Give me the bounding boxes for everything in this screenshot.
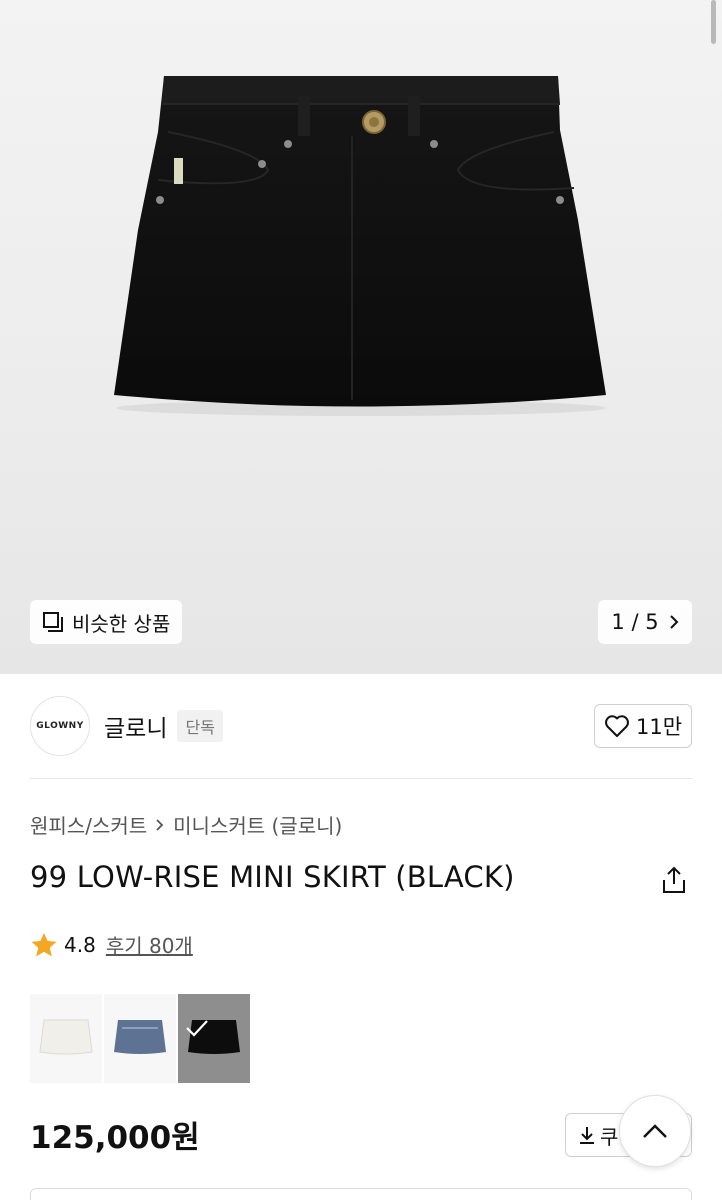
breadcrumb-category[interactable]: 원피스/스커트	[30, 810, 147, 839]
page-current: 1	[611, 610, 625, 634]
chevron-right-icon	[669, 615, 679, 629]
product-title: 99 LOW-RISE MINI SKIRT (BLACK)	[30, 860, 515, 894]
download-icon	[580, 1127, 594, 1144]
share-button[interactable]	[658, 864, 690, 896]
brand-logo[interactable]: GLOWNY	[30, 696, 90, 756]
divider	[30, 778, 692, 779]
rating-value: 4.8	[64, 932, 96, 957]
color-options	[30, 994, 250, 1083]
page-counter: 1 / 5	[611, 610, 658, 634]
like-count: 11만	[635, 715, 683, 739]
scroll-to-top-button[interactable]	[619, 1095, 691, 1167]
check-icon	[186, 1020, 208, 1037]
review-count-link[interactable]: 후기 80개	[106, 930, 193, 959]
color-swatch-image	[39, 1019, 93, 1055]
page-separator: /	[631, 610, 639, 634]
color-swatch-blue-denim[interactable]	[104, 994, 176, 1083]
product-image	[114, 76, 606, 416]
product-image-gallery[interactable]: 비슷한 상품 1 / 5	[0, 0, 722, 674]
scrollbar[interactable]	[711, 0, 716, 44]
chevron-up-icon	[643, 1124, 667, 1138]
breadcrumb-subcategory[interactable]: 미니스커트 (글로니)	[173, 810, 342, 839]
heart-icon	[605, 715, 629, 737]
image-page-indicator[interactable]: 1 / 5	[598, 600, 692, 644]
color-swatch-black[interactable]	[178, 994, 250, 1083]
selected-check	[178, 994, 250, 1083]
share-icon	[663, 866, 685, 893]
color-swatch-white[interactable]	[30, 994, 102, 1083]
product-price: 125,000원	[30, 1120, 200, 1156]
coupon-label: 쿠	[600, 1124, 619, 1149]
like-button[interactable]: 11만	[594, 704, 692, 748]
breadcrumb: 원피스/스커트 미니스커트 (글로니)	[30, 810, 342, 839]
similar-products-button[interactable]: 비슷한 상품	[30, 600, 183, 644]
color-swatch-image	[114, 1020, 166, 1054]
star-icon	[31, 932, 57, 956]
rating-row: 4.8 후기 80개	[30, 930, 193, 959]
page-total: 5	[645, 610, 659, 634]
similar-products-label: 비슷한 상품	[72, 611, 171, 636]
chevron-right-icon	[156, 818, 164, 831]
brand-row: GLOWNY 글로니 단독 11만	[30, 696, 692, 756]
option-select-box[interactable]	[30, 1188, 692, 1200]
brand-name[interactable]: 글로니	[104, 709, 167, 743]
similar-icon	[42, 611, 64, 633]
exclusive-badge: 단독	[177, 710, 223, 742]
